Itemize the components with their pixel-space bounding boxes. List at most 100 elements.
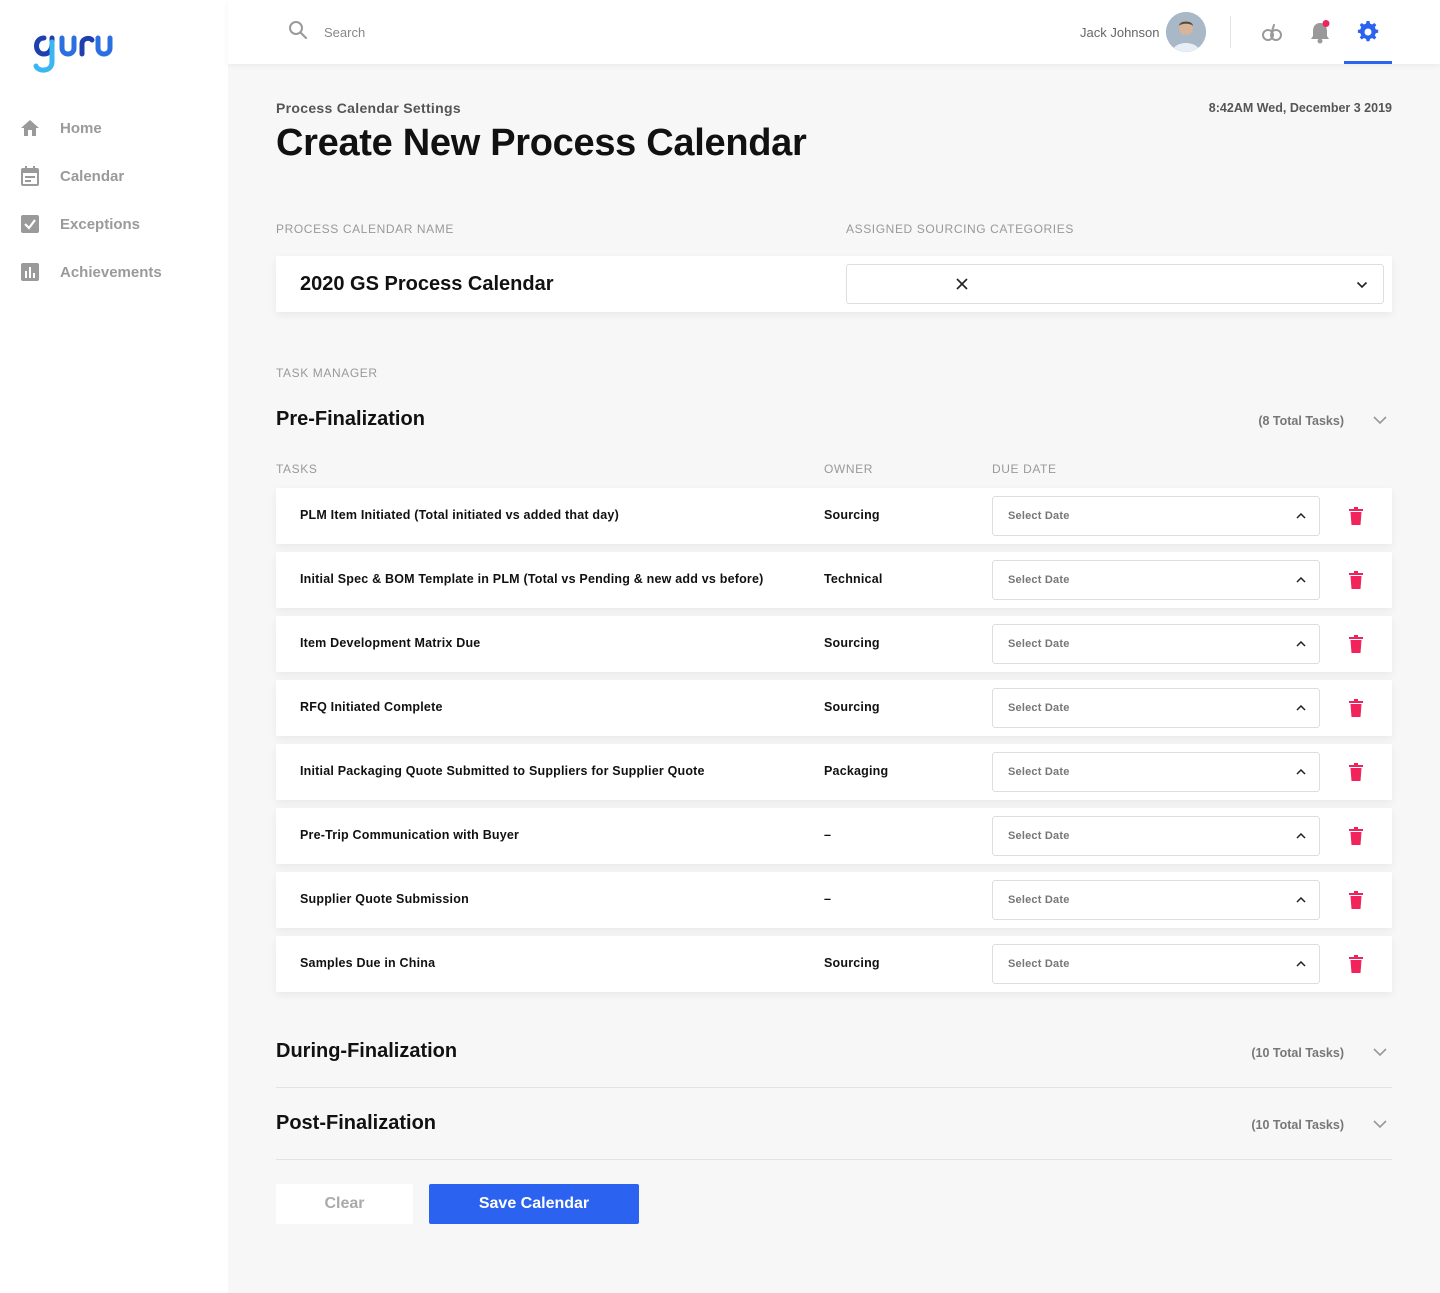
search-icon <box>288 20 308 45</box>
trash-icon[interactable] <box>1348 570 1364 590</box>
trash-icon[interactable] <box>1348 890 1364 910</box>
group-task-count: (10 Total Tasks) <box>1251 1118 1344 1132</box>
notification-dot <box>1322 20 1330 27</box>
group-title-post-finalization[interactable]: Post-Finalization <box>276 1112 436 1135</box>
group-title-during-finalization[interactable]: During-Finalization <box>276 1040 457 1063</box>
sidebar-item-label: Home <box>60 119 102 137</box>
task-row: RFQ Initiated Complete Sourcing Select D… <box>276 680 1392 736</box>
sidebar-item-label: Achievements <box>60 263 162 281</box>
topbar-divider <box>1230 16 1231 48</box>
trash-icon[interactable] <box>1348 954 1364 974</box>
calendar-name-label: PROCESS CALENDAR NAME <box>276 222 454 236</box>
due-date-placeholder: Select Date <box>1008 574 1070 586</box>
due-date-select[interactable]: Select Date <box>992 880 1320 920</box>
clear-button[interactable]: Clear <box>276 1184 413 1224</box>
group-task-count: (10 Total Tasks) <box>1251 1046 1344 1060</box>
gear-icon[interactable] <box>1356 20 1380 44</box>
sidebar-item-home[interactable]: Home <box>0 104 228 152</box>
chevron-down-icon[interactable] <box>1355 278 1369 292</box>
due-date-select[interactable]: Select Date <box>992 944 1320 984</box>
sidebar-item-exceptions[interactable]: Exceptions <box>0 200 228 248</box>
task-row: Supplier Quote Submission – Select Date <box>276 872 1392 928</box>
sidebar-item-label: Calendar <box>60 167 125 185</box>
search-input[interactable] <box>324 25 624 40</box>
task-row: Item Development Matrix Due Sourcing Sel… <box>276 616 1392 672</box>
trash-icon[interactable] <box>1348 826 1364 846</box>
avatar-image <box>1166 12 1206 52</box>
chevron-up-icon <box>1295 830 1307 842</box>
due-date-placeholder: Select Date <box>1008 958 1070 970</box>
chevron-down-icon[interactable] <box>1372 412 1388 428</box>
link-icon[interactable] <box>1260 20 1284 44</box>
group-divider <box>276 1087 1392 1088</box>
column-header-tasks: TASKS <box>276 462 318 476</box>
calendar-icon <box>20 166 40 186</box>
task-owner: Sourcing <box>824 700 880 714</box>
guru-logo-mark <box>33 35 113 73</box>
due-date-select[interactable]: Select Date <box>992 624 1320 664</box>
due-date-placeholder: Select Date <box>1008 638 1070 650</box>
due-date-placeholder: Select Date <box>1008 894 1070 906</box>
group-task-count: (8 Total Tasks) <box>1258 414 1344 428</box>
chevron-up-icon <box>1295 702 1307 714</box>
sidebar-nav: Home Calendar Exceptions Achievements <box>0 104 228 296</box>
task-name: Samples Due in China <box>300 956 436 970</box>
due-date-select[interactable]: Select Date <box>992 560 1320 600</box>
due-date-placeholder: Select Date <box>1008 702 1070 714</box>
calendar-name-field[interactable]: 2020 GS Process Calendar <box>300 273 553 296</box>
trash-icon[interactable] <box>1348 762 1364 782</box>
task-row: PLM Item Initiated (Total initiated vs a… <box>276 488 1392 544</box>
due-date-select[interactable]: Select Date <box>992 752 1320 792</box>
trash-icon[interactable] <box>1348 506 1364 526</box>
trash-icon[interactable] <box>1348 698 1364 718</box>
due-date-placeholder: Select Date <box>1008 510 1070 522</box>
task-manager-label: TASK MANAGER <box>276 366 378 380</box>
task-row: Pre-Trip Communication with Buyer – Sele… <box>276 808 1392 864</box>
sidebar-item-achievements[interactable]: Achievements <box>0 248 228 296</box>
settings-active-indicator <box>1344 61 1392 64</box>
avatar[interactable] <box>1166 12 1206 52</box>
chevron-up-icon <box>1295 894 1307 906</box>
task-owner: Sourcing <box>824 956 880 970</box>
bar-chart-icon <box>20 262 40 282</box>
due-date-select[interactable]: Select Date <box>992 688 1320 728</box>
sidebar: Home Calendar Exceptions Achievements <box>0 0 228 1293</box>
breadcrumb: Process Calendar Settings <box>276 100 461 116</box>
user-name[interactable]: Jack Johnson <box>1080 25 1160 40</box>
trash-icon[interactable] <box>1348 634 1364 654</box>
guru-logo[interactable] <box>30 28 116 76</box>
task-name: Initial Packaging Quote Submitted to Sup… <box>300 764 705 778</box>
task-owner: Packaging <box>824 764 889 778</box>
clear-icon[interactable] <box>955 277 969 291</box>
chevron-down-icon[interactable] <box>1372 1116 1388 1132</box>
due-date-select[interactable]: Select Date <box>992 496 1320 536</box>
column-header-due-date: DUE DATE <box>992 462 1057 476</box>
task-row: Samples Due in China Sourcing Select Dat… <box>276 936 1392 992</box>
top-bar: Jack Johnson <box>228 0 1440 64</box>
task-owner: Sourcing <box>824 636 880 650</box>
task-owner: Technical <box>824 572 883 586</box>
chevron-down-icon[interactable] <box>1372 1044 1388 1060</box>
sidebar-item-calendar[interactable]: Calendar <box>0 152 228 200</box>
sourcing-categories-select[interactable] <box>846 264 1384 304</box>
chevron-up-icon <box>1295 574 1307 586</box>
task-name: Item Development Matrix Due <box>300 636 481 650</box>
chevron-up-icon <box>1295 510 1307 522</box>
group-divider <box>276 1159 1392 1160</box>
checkbox-icon <box>20 214 40 234</box>
task-owner: – <box>824 828 832 842</box>
column-header-owner: OWNER <box>824 462 873 476</box>
sidebar-item-label: Exceptions <box>60 215 141 233</box>
due-date-placeholder: Select Date <box>1008 830 1070 842</box>
due-date-select[interactable]: Select Date <box>992 816 1320 856</box>
bell-icon[interactable] <box>1308 20 1332 44</box>
chevron-up-icon <box>1295 638 1307 650</box>
task-name: PLM Item Initiated (Total initiated vs a… <box>300 508 619 522</box>
current-datetime: 8:42AM Wed, December 3 2019 <box>1208 101 1392 115</box>
page-title: Create New Process Calendar <box>276 122 807 164</box>
task-name: RFQ Initiated Complete <box>300 700 443 714</box>
save-calendar-button[interactable]: Save Calendar <box>429 1184 639 1224</box>
group-title-pre-finalization[interactable]: Pre-Finalization <box>276 408 425 431</box>
task-row: Initial Spec & BOM Template in PLM (Tota… <box>276 552 1392 608</box>
task-owner: Sourcing <box>824 508 880 522</box>
